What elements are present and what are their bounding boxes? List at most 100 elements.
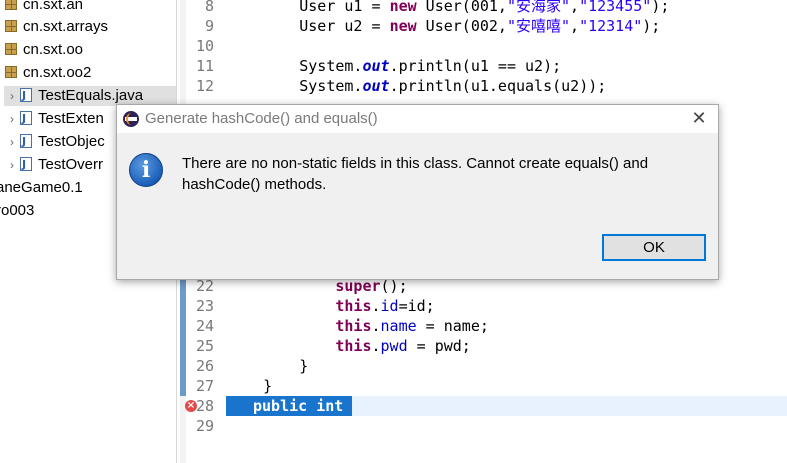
line-number: 8	[204, 0, 214, 15]
tree-item-file[interactable]: › TestOverr	[4, 155, 103, 175]
dialog-message: There are no non-static fields in this c…	[182, 153, 702, 195]
code-line[interactable]: 23 this.id=id;	[177, 296, 787, 316]
field-ref: out	[362, 57, 390, 75]
java-file-icon	[20, 132, 32, 152]
code-token: System.	[227, 57, 363, 75]
tree-item-file-selected[interactable]: › TestEquals.java	[4, 86, 176, 106]
package-icon	[5, 0, 17, 10]
code-token: User u1 =	[227, 0, 390, 15]
code-line[interactable]: 8 User u1 = new User(001,"安海家","123455")…	[177, 0, 787, 16]
line-number: 10	[195, 37, 214, 55]
code-line[interactable]: 26 }	[177, 356, 787, 376]
tree-item-file[interactable]: › TestObjec	[4, 132, 105, 152]
code-text: }	[227, 356, 308, 376]
string-literal: "12314"	[579, 17, 643, 35]
message-line: There are no non-static fields in this c…	[182, 155, 649, 172]
line-number: 24	[195, 317, 214, 335]
chevron-right-icon[interactable]: ›	[4, 155, 20, 175]
keyword: this	[335, 337, 372, 355]
tree-item-package[interactable]: cn.sxt.an	[5, 0, 83, 15]
tree-item-label: cn.sxt.arrays	[23, 18, 109, 35]
tree-item-label: ro003	[0, 202, 35, 219]
code-token: User(002,	[416, 17, 507, 35]
code-line[interactable]: 27 }	[177, 376, 787, 396]
line-number: 9	[204, 17, 214, 35]
line-number: 12	[195, 77, 214, 95]
code-text: System.out.println(u1 == u2);	[227, 56, 561, 76]
code-token: .	[371, 297, 381, 315]
code-token: );	[651, 0, 670, 15]
tree-item-file[interactable]: › TestExten	[4, 109, 104, 129]
tree-item-label: TestEquals.java	[38, 87, 144, 104]
field-ref: name	[380, 317, 417, 335]
code-text: User u2 = new User(002,"安嘻嘻","12314");	[227, 16, 660, 36]
tree-item-package[interactable]: cn.sxt.oo	[5, 40, 83, 60]
field-ref: id	[380, 297, 399, 315]
code-token: .println(u1.equals(u2));	[389, 77, 607, 95]
java-file-icon	[20, 86, 32, 106]
code-text: System.out.println(u1.equals(u2));	[227, 76, 606, 96]
code-token: =id;	[398, 297, 435, 315]
line-number: 26	[195, 357, 214, 375]
java-file-icon	[20, 155, 32, 175]
code-text: this.id=id;	[227, 296, 435, 316]
package-icon	[5, 43, 17, 55]
code-token: User(001,	[416, 0, 507, 15]
code-text: this.name = name;	[227, 316, 489, 336]
chevron-right-icon[interactable]: ›	[4, 86, 20, 106]
tree-item-label: TestOverr	[38, 156, 104, 173]
code-token: .println(u1 == u2);	[389, 57, 562, 75]
code-line[interactable]: 10	[177, 36, 787, 56]
close-button[interactable]: ✕	[688, 108, 710, 130]
tree-item-project[interactable]: ro003	[0, 201, 34, 221]
line-number: 25	[195, 337, 214, 355]
tree-item-label: TestObjec	[38, 133, 105, 150]
autocomplete-selection[interactable]: public int	[226, 396, 352, 416]
code-token: = name;	[416, 317, 489, 335]
code-token: User u2 =	[227, 17, 390, 35]
keyword: this	[335, 297, 372, 315]
line-number: 27	[195, 377, 214, 395]
package-icon	[5, 66, 17, 78]
ok-button[interactable]: OK	[602, 234, 706, 261]
keyword: this	[335, 317, 372, 335]
string-literal: "安嘻嘻"	[506, 17, 571, 35]
info-icon: i	[129, 153, 163, 187]
chevron-right-icon[interactable]: ›	[4, 109, 20, 129]
code-line[interactable]: 11 System.out.println(u1 == u2);	[177, 56, 787, 76]
tree-item-label: TestExten	[38, 110, 104, 127]
keyword: new	[389, 0, 417, 15]
tree-item-project[interactable]: aneGame0.1	[0, 178, 83, 198]
code-token: }	[227, 377, 273, 395]
code-line[interactable]: 9 User u2 = new User(002,"安嘻嘻","12314");	[177, 16, 787, 36]
code-token: );	[642, 17, 661, 35]
dialog-title: Generate hashCode() and equals()	[145, 110, 378, 127]
code-line[interactable]: 24 this.name = name;	[177, 316, 787, 336]
code-token: .	[371, 337, 381, 355]
tree-item-package[interactable]: cn.sxt.arrays	[5, 17, 108, 37]
field-ref: out	[362, 77, 390, 95]
chevron-right-icon[interactable]: ›	[4, 132, 20, 152]
code-token: ,	[570, 17, 580, 35]
code-text: }	[227, 376, 272, 396]
tree-item-label: aneGame0.1	[0, 179, 83, 196]
code-token: }	[227, 357, 309, 375]
code-text: User u1 = new User(001,"安海家","123455");	[227, 0, 669, 16]
string-literal: "安海家"	[506, 0, 571, 15]
java-file-icon	[20, 109, 32, 129]
tree-item-package[interactable]: cn.sxt.oo2	[5, 63, 91, 83]
eclipse-icon	[123, 111, 139, 127]
keyword: new	[389, 17, 417, 35]
code-line[interactable]: 29	[177, 416, 787, 436]
dialog-titlebar[interactable]: Generate hashCode() and equals() ✕	[117, 105, 718, 133]
tree-item-label: cn.sxt.an	[23, 0, 84, 13]
code-line[interactable]: 25 this.pwd = pwd;	[177, 336, 787, 356]
line-number: 23	[195, 297, 214, 315]
line-number: 11	[195, 57, 214, 75]
code-line[interactable]: 12 System.out.println(u1.equals(u2));	[177, 76, 787, 96]
line-number: 28	[195, 397, 214, 415]
field-ref: pwd	[380, 337, 408, 355]
